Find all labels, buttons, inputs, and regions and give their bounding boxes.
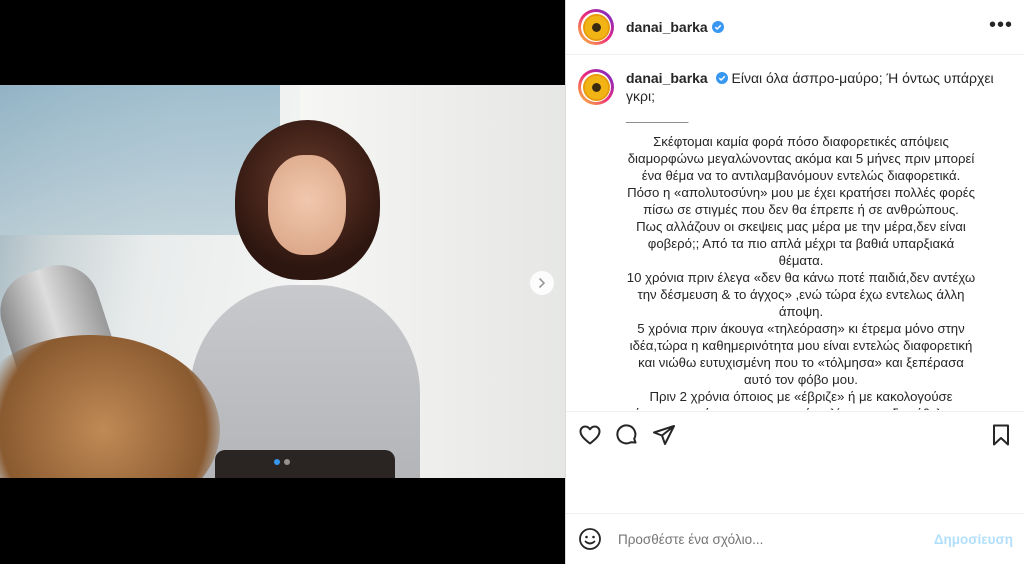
- comment-input[interactable]: [616, 530, 934, 548]
- avatar-image: [582, 13, 610, 41]
- caption-row: danai_barka Είναι όλα άσπρο-μαύρο; Ή όντ…: [578, 69, 1013, 105]
- post-media: [0, 0, 565, 564]
- avatar[interactable]: [578, 9, 614, 45]
- bookmark-icon: [993, 424, 1009, 446]
- comment-bubble-icon: [616, 424, 637, 445]
- carousel-dot-2: [284, 459, 290, 465]
- chevron-right-icon: [539, 278, 546, 288]
- share-button[interactable]: [652, 423, 676, 447]
- photo-foreground-fluff: [0, 335, 220, 478]
- send-paper-plane-icon: [653, 425, 675, 445]
- header-username[interactable]: danai_barka: [626, 19, 708, 35]
- caption-paragraph: Πόσο η «απολυτοσύνη» μου με έχει κρατήσε…: [627, 185, 975, 217]
- comment-bar: Δημοσίευση: [566, 513, 1024, 564]
- caption-avatar[interactable]: [578, 69, 614, 105]
- avatar-image: [582, 73, 610, 101]
- caption-paragraph: Πως αλλάζουν οι σκεψεις μας μέρα με την …: [636, 219, 966, 268]
- comment-button[interactable]: [615, 423, 639, 447]
- emoji-button[interactable]: [578, 527, 602, 551]
- post-side-panel: danai_barka ••• danai_barka Είναι όλα άσ…: [565, 0, 1024, 564]
- more-options-icon[interactable]: •••: [989, 15, 1013, 35]
- emoji-smiley-icon: [579, 528, 601, 550]
- verified-badge-icon: [711, 21, 724, 33]
- carousel-dot-1: [274, 459, 280, 465]
- caption-paragraph: Πριν 2 χρόνια όποιος με «έβριζε» ή με κα…: [634, 389, 968, 410]
- post-photo[interactable]: [0, 85, 565, 478]
- post-header: danai_barka •••: [566, 0, 1024, 55]
- save-button[interactable]: [989, 423, 1013, 447]
- carousel-indicator: [274, 459, 290, 465]
- verified-badge-icon: [715, 72, 728, 84]
- caption-body: Σκέφτομαι καμία φορά πόσο διαφορετικές α…: [626, 133, 976, 410]
- post-comment-button[interactable]: Δημοσίευση: [934, 532, 1013, 547]
- caption-headline-row: danai_barka Είναι όλα άσπρο-μαύρο; Ή όντ…: [626, 69, 1013, 105]
- caption-divider: _______: [626, 107, 689, 124]
- heart-icon: [579, 425, 601, 445]
- caption-username[interactable]: danai_barka: [626, 70, 708, 86]
- caption-paragraph: Σκέφτομαι καμία φορά πόσο διαφορετικές α…: [627, 134, 975, 183]
- caption-paragraph: 5 χρόνια πριν άκουγα «τηλεόραση» κι έτρε…: [629, 321, 973, 387]
- carousel-next-button[interactable]: [530, 271, 554, 295]
- photo-person-face: [268, 155, 346, 255]
- caption-section: danai_barka Είναι όλα άσπρο-μαύρο; Ή όντ…: [566, 55, 1024, 410]
- photo-person-skirt: [215, 450, 395, 478]
- action-bar: [566, 411, 1024, 458]
- caption-paragraph: 10 χρόνια πριν έλεγα «δεν θα κάνω ποτέ π…: [626, 270, 976, 319]
- like-button[interactable]: [578, 423, 602, 447]
